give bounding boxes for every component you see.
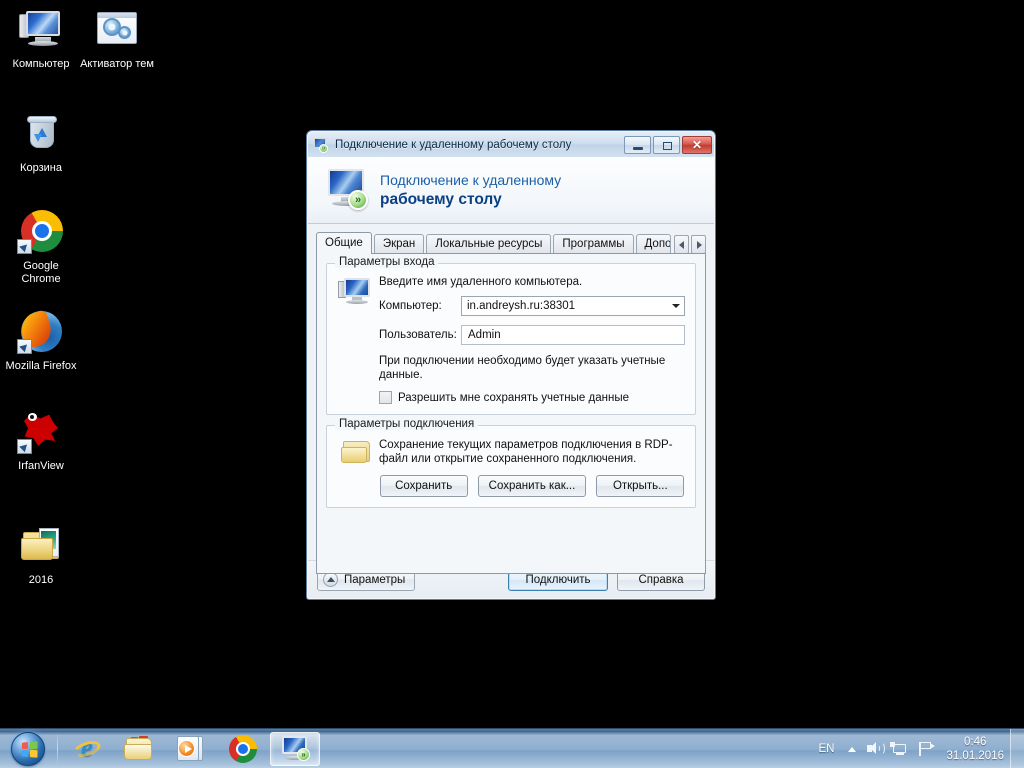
open-button[interactable]: Открыть... — [596, 475, 685, 497]
taskbar-button-internet-explorer[interactable]: e — [62, 732, 112, 766]
google-chrome-icon — [17, 208, 65, 256]
tab-local-resources[interactable]: Локальные ресурсы — [426, 234, 552, 254]
remote-desktop-icon: » — [314, 137, 330, 153]
save-as-button[interactable]: Сохранить как... — [477, 475, 587, 497]
clock[interactable]: 0:46 31.01.2016 — [946, 735, 1004, 763]
taskbar-button-windows-media-player[interactable] — [166, 732, 216, 766]
tab-scroll-right-icon[interactable] — [691, 235, 706, 254]
desktop-icon-label: 2016 — [28, 574, 54, 586]
dialog-titlebar[interactable]: » Подключение к удаленному рабочему стол… — [308, 132, 714, 157]
connection-description: Сохранение текущих параметров подключени… — [379, 439, 673, 465]
desktop-icon-recycle-bin[interactable]: Корзина — [2, 110, 80, 175]
windows-explorer-icon — [124, 735, 154, 762]
chevron-down-icon[interactable] — [667, 297, 684, 315]
computer-combobox[interactable]: in.andreysh.ru:38301 — [461, 296, 685, 316]
computer-value: in.andreysh.ru:38301 — [467, 300, 576, 312]
shortcut-arrow-icon — [17, 439, 32, 454]
save-button[interactable]: Сохранить — [379, 475, 468, 497]
internet-explorer-icon: e — [71, 732, 103, 764]
clock-time: 0:46 — [964, 735, 987, 748]
desktop-icon-folder-2016[interactable]: 2016 — [2, 522, 80, 587]
windows-media-player-icon — [177, 735, 205, 763]
windows-start-orb-icon — [11, 731, 45, 766]
recycle-bin-icon — [17, 110, 65, 158]
desktop-icon-google-chrome[interactable]: Google Chrome — [2, 208, 80, 286]
tab-programs[interactable]: Программы — [553, 234, 634, 254]
tab-advanced[interactable]: Дополнительны — [635, 234, 671, 254]
desktop-icon-label: Mozilla Firefox — [5, 360, 77, 372]
remote-desktop-large-icon — [322, 166, 374, 214]
show-desktop-button[interactable] — [1010, 728, 1024, 768]
options-label: Параметры — [344, 573, 406, 586]
computer-icon — [17, 6, 65, 54]
dialog-header: Подключение к удаленному рабочему столу — [308, 157, 714, 224]
system-tray: EN 0:46 31.01.2016 — [812, 728, 1024, 768]
language-indicator[interactable]: EN — [818, 743, 834, 755]
shortcut-arrow-icon — [17, 239, 32, 254]
window-controls: ✕ — [624, 135, 712, 154]
desktop-icon-computer[interactable]: Компьютер — [2, 6, 80, 71]
chevron-up-icon — [323, 572, 338, 587]
folder-icon — [17, 522, 65, 570]
minimize-button[interactable] — [624, 135, 651, 154]
tab-general[interactable]: Общие — [316, 232, 372, 254]
save-credentials-label: Разрешить мне сохранять учетные данные — [398, 391, 629, 404]
remote-desktop-connection-dialog: » Подключение к удаленному рабочему стол… — [306, 130, 716, 600]
speaker-icon[interactable] — [865, 739, 886, 759]
shortcut-arrow-icon — [17, 339, 32, 354]
mozilla-firefox-icon — [16, 308, 65, 356]
tab-scroll-left-icon[interactable] — [674, 235, 689, 254]
tab-panel-general: Параметры входа Введите имя удаленного к… — [316, 253, 706, 574]
connection-settings-legend: Параметры подключения — [335, 418, 479, 430]
close-icon: ✕ — [691, 137, 703, 152]
flag-icon[interactable] — [915, 739, 936, 759]
theme-activator-icon — [93, 6, 141, 54]
desktop-icon-mozilla-firefox[interactable]: Mozilla Firefox — [2, 308, 80, 373]
login-settings-group: Параметры входа Введите имя удаленного к… — [326, 256, 696, 415]
header-line2: рабочему столу — [380, 191, 502, 208]
desktop-icon-irfanview[interactable]: IrfanView — [2, 408, 80, 473]
header-line1: Подключение к удаленному — [380, 172, 562, 188]
remote-desktop-icon: » — [280, 735, 310, 762]
taskbar: e » EN 0:46 31.01.2016 — [0, 728, 1024, 768]
desktop-icon-label: Активатор тем — [80, 58, 154, 70]
taskbar-button-windows-explorer[interactable] — [114, 732, 164, 766]
computer-field-row: Компьютер: in.andreysh.ru:38301 — [379, 296, 685, 316]
save-credentials-row[interactable]: Разрешить мне сохранять учетные данные — [379, 391, 685, 404]
taskbar-button-google-chrome[interactable] — [218, 732, 268, 766]
user-input[interactable]: Admin — [461, 325, 685, 345]
user-field-row: Пользователь: Admin — [379, 325, 685, 345]
tabstrip: Общие Экран Локальные ресурсы Программы … — [316, 232, 706, 254]
dialog-title: Подключение к удаленному рабочему столу — [335, 138, 572, 151]
network-icon[interactable] — [890, 739, 911, 759]
user-value: Admin — [468, 329, 501, 341]
save-credentials-checkbox[interactable] — [379, 391, 392, 404]
taskbar-button-remote-desktop-connection[interactable]: » — [270, 731, 320, 766]
start-button[interactable] — [2, 730, 54, 768]
connection-settings-group: Параметры подключения Сохранение текущих… — [326, 418, 696, 508]
monitor-icon — [337, 276, 379, 404]
computer-label: Компьютер: — [379, 300, 442, 312]
taskbar-divider — [57, 733, 58, 764]
credentials-note: При подключении необходимо будет указать… — [379, 355, 666, 381]
desktop-icon-label: IrfanView — [18, 460, 64, 472]
close-button[interactable]: ✕ — [682, 135, 712, 154]
folder-icon — [337, 438, 379, 497]
clock-date: 31.01.2016 — [946, 749, 1004, 762]
desktop-icon-label: Компьютер — [12, 58, 70, 70]
tab-display[interactable]: Экран — [373, 234, 425, 254]
login-settings-legend: Параметры входа — [335, 256, 439, 268]
show-hidden-icons-icon[interactable] — [844, 739, 860, 759]
google-chrome-icon — [229, 734, 257, 763]
computer-hint: Введите имя удаленного компьютера. — [379, 276, 583, 288]
desktop-icon-label: Google Chrome — [21, 260, 61, 285]
irfanview-icon — [17, 408, 65, 456]
maximize-button[interactable] — [653, 135, 680, 154]
desktop-icon-theme-activator[interactable]: Активатор тем — [78, 6, 156, 71]
desktop-icon-label: Корзина — [20, 162, 62, 174]
user-label: Пользователь: — [379, 329, 457, 341]
